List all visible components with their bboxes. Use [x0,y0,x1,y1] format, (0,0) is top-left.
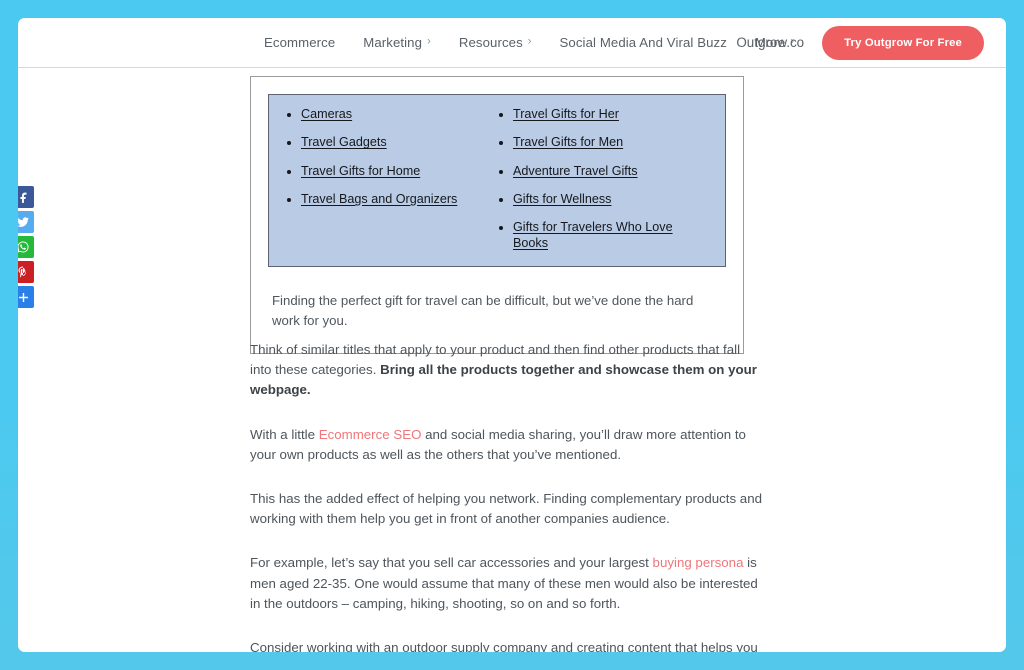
callout-link-travel-gifts-for-men[interactable]: Travel Gifts for Men [513,135,623,149]
paragraph-4-pre: For example, let’s say that you sell car… [250,555,653,571]
pinterest-icon [18,265,30,279]
ecommerce-seo-link[interactable]: Ecommerce SEO [319,427,422,442]
nav-item-resources[interactable]: Resources › [445,35,546,50]
pinterest-share-button[interactable] [18,261,34,283]
callout-link-gifts-for-wellness[interactable]: Gifts for Wellness [513,192,611,206]
try-outgrow-for-free-button[interactable]: Try Outgrow For Free [822,25,984,60]
primary-navigation: Ecommerce Marketing › Resources › Social… [250,18,808,67]
chevron-right-icon: › [427,35,431,48]
callout-link-travel-gadgets[interactable]: Travel Gadgets [301,135,387,149]
callout-link-travel-gifts-for-home[interactable]: Travel Gifts for Home [301,164,420,178]
paragraph-5: Consider working with an outdoor supply … [250,640,758,652]
paragraph-2: With a little Ecommerce SEO and social m… [250,425,762,465]
facebook-share-button[interactable] [18,186,34,208]
link-callout-box: Cameras Travel Gadgets Travel Gifts for … [268,94,726,268]
whatsapp-share-button[interactable] [18,236,34,258]
paragraph-3: This has the added effect of helping you… [250,491,762,527]
twitter-icon [18,215,30,229]
paragraph-4: For example, let’s say that you sell car… [250,553,762,614]
list-item: Gifts for Travelers Who Love Books [513,220,709,252]
figure-block: Cameras Travel Gadgets Travel Gifts for … [250,76,744,354]
callout-right-list: Travel Gifts for Her Travel Gifts for Me… [497,107,709,252]
callout-link-adventure-travel-gifts[interactable]: Adventure Travel Gifts [513,164,638,178]
paragraph-2-pre: With a little [250,426,319,442]
nav-item-ecommerce[interactable]: Ecommerce [250,35,349,50]
list-item: Travel Gadgets [301,135,497,151]
callout-right-column: Travel Gifts for Her Travel Gifts for Me… [497,107,709,252]
body-copy: Think of similar titles that apply to yo… [250,340,762,652]
more-share-button[interactable] [18,286,34,308]
buying-persona-link[interactable]: buying persona [653,555,744,570]
list-item: Travel Gifts for Her [513,107,709,123]
site-header: Ecommerce Marketing › Resources › Social… [18,18,1006,68]
nav-item-marketing[interactable]: Marketing › [349,35,445,50]
list-item: Travel Gifts for Men [513,135,709,151]
nav-item-label: Marketing [363,35,423,50]
callout-link-travel-gifts-for-her[interactable]: Travel Gifts for Her [513,107,619,121]
callout-link-cameras[interactable]: Cameras [301,107,352,121]
browser-frame: Ecommerce Marketing › Resources › Social… [0,0,1024,670]
page-surface: Ecommerce Marketing › Resources › Social… [18,18,1006,652]
nav-item-label: Ecommerce [264,35,336,50]
facebook-icon [18,191,30,204]
list-item: Adventure Travel Gifts [513,164,709,180]
callout-left-column: Cameras Travel Gadgets Travel Gifts for … [285,107,497,252]
list-item: Travel Bags and Organizers [301,192,497,208]
list-item: Travel Gifts for Home [301,164,497,180]
list-item: Gifts for Wellness [513,192,709,208]
list-item: Cameras [301,107,497,123]
paragraph-1: Think of similar titles that apply to yo… [250,340,762,401]
nav-item-label: Social Media And Viral Buzz [559,35,727,50]
chevron-right-icon: › [527,35,532,48]
twitter-share-button[interactable] [18,211,34,233]
article-content: Cameras Travel Gadgets Travel Gifts for … [18,68,1006,652]
plus-icon [18,291,30,304]
callout-link-travel-bags-and-organizers[interactable]: Travel Bags and Organizers [301,192,457,206]
nav-item-label: Resources [458,35,523,50]
nav-item-social-media-and-viral-buzz[interactable]: Social Media And Viral Buzz [546,35,741,50]
callout-link-gifts-for-travelers-who-love-books[interactable]: Gifts for Travelers Who Love Books [513,220,673,250]
whatsapp-icon [18,240,30,254]
header-right-group: Outgrow.co Try Outgrow For Free [736,18,984,67]
brand-link[interactable]: Outgrow.co [736,35,804,50]
social-share-rail [18,186,40,308]
callout-left-list: Cameras Travel Gadgets Travel Gifts for … [285,107,497,208]
